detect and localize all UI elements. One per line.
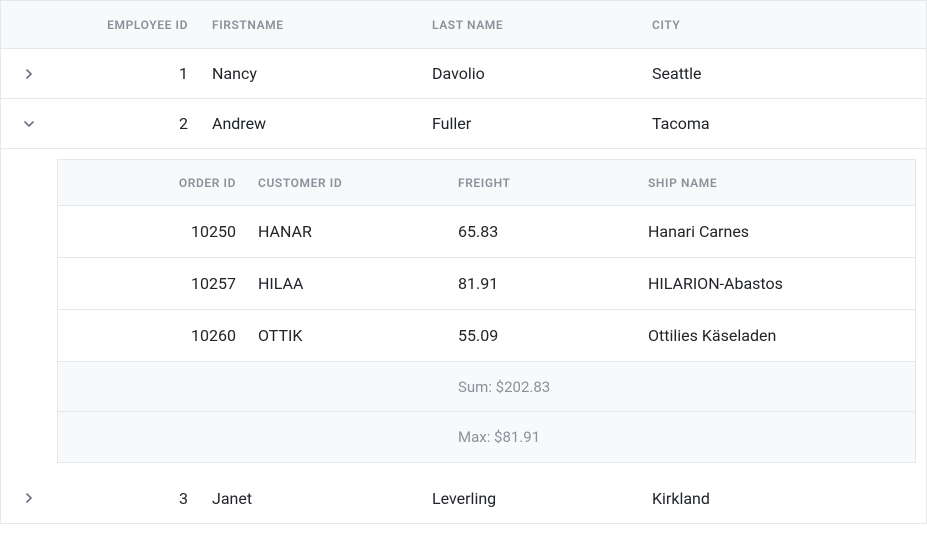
cell-city: Tacoma: [652, 114, 926, 133]
cell-lastname: Leverling: [432, 489, 652, 508]
master-header-row: EMPLOYEE ID FIRSTNAME LAST NAME CITY: [1, 1, 926, 49]
summary-max-value: Max: $81.91: [458, 428, 648, 446]
expand-toggle[interactable]: [1, 119, 57, 129]
dcell-freight: 81.91: [458, 274, 648, 293]
detail-row[interactable]: 10250 HANAR 65.83 Hanari Carnes: [58, 206, 915, 258]
cell-firstname: Andrew: [212, 114, 432, 133]
dcell-order-id: 10250: [58, 222, 258, 241]
col-header-firstname[interactable]: FIRSTNAME: [212, 18, 432, 32]
cell-employee-id: 2: [57, 114, 212, 133]
dcell-freight: 65.83: [458, 222, 648, 241]
col-header-lastname[interactable]: LAST NAME: [432, 18, 652, 32]
dcell-customer-id: HANAR: [258, 222, 458, 241]
table-row[interactable]: 1 Nancy Davolio Seattle: [1, 49, 926, 99]
cell-employee-id: 3: [57, 489, 212, 508]
table-row[interactable]: 2 Andrew Fuller Tacoma: [1, 99, 926, 149]
col-header-employee-id[interactable]: EMPLOYEE ID: [57, 18, 212, 32]
cell-firstname: Janet: [212, 489, 432, 508]
detail-header-row: ORDER ID CUSTOMER ID FREIGHT SHIP NAME: [58, 160, 915, 206]
dcell-ship-name: Ottilies Käseladen: [648, 326, 915, 345]
dcell-ship-name: HILARION-Abastos: [648, 274, 915, 293]
dcell-freight: 55.09: [458, 326, 648, 345]
dcol-header-ship-name[interactable]: SHIP NAME: [648, 176, 915, 190]
dcell-ship-name: Hanari Carnes: [648, 222, 915, 241]
chevron-right-icon: [24, 69, 34, 79]
dcol-header-order-id[interactable]: ORDER ID: [58, 176, 258, 190]
dcol-header-customer-id[interactable]: CUSTOMER ID: [258, 176, 458, 190]
dcell-order-id: 10260: [58, 326, 258, 345]
dcell-customer-id: OTTIK: [258, 326, 458, 345]
expand-toggle[interactable]: [1, 69, 57, 79]
table-row[interactable]: 3 Janet Leverling Kirkland: [1, 473, 926, 523]
cell-lastname: Davolio: [432, 64, 652, 83]
detail-row[interactable]: 10257 HILAA 81.91 HILARION-Abastos: [58, 258, 915, 310]
cell-city: Kirkland: [652, 489, 926, 508]
detail-row[interactable]: 10260 OTTIK 55.09 Ottilies Käseladen: [58, 310, 915, 362]
cell-firstname: Nancy: [212, 64, 432, 83]
col-header-city[interactable]: CITY: [652, 18, 926, 32]
dcell-customer-id: HILAA: [258, 274, 458, 293]
master-grid: EMPLOYEE ID FIRSTNAME LAST NAME CITY 1 N…: [0, 0, 927, 524]
detail-panel: ORDER ID CUSTOMER ID FREIGHT SHIP NAME 1…: [1, 149, 926, 473]
detail-summary-sum: Sum: $202.83: [58, 362, 915, 412]
summary-sum-value: Sum: $202.83: [458, 378, 648, 396]
cell-lastname: Fuller: [432, 114, 652, 133]
expand-toggle[interactable]: [1, 493, 57, 503]
dcol-header-freight[interactable]: FREIGHT: [458, 176, 648, 190]
chevron-down-icon: [24, 119, 34, 129]
chevron-right-icon: [24, 493, 34, 503]
cell-city: Seattle: [652, 64, 926, 83]
detail-grid: ORDER ID CUSTOMER ID FREIGHT SHIP NAME 1…: [57, 159, 916, 463]
detail-summary-max: Max: $81.91: [58, 412, 915, 462]
cell-employee-id: 1: [57, 64, 212, 83]
dcell-order-id: 10257: [58, 274, 258, 293]
